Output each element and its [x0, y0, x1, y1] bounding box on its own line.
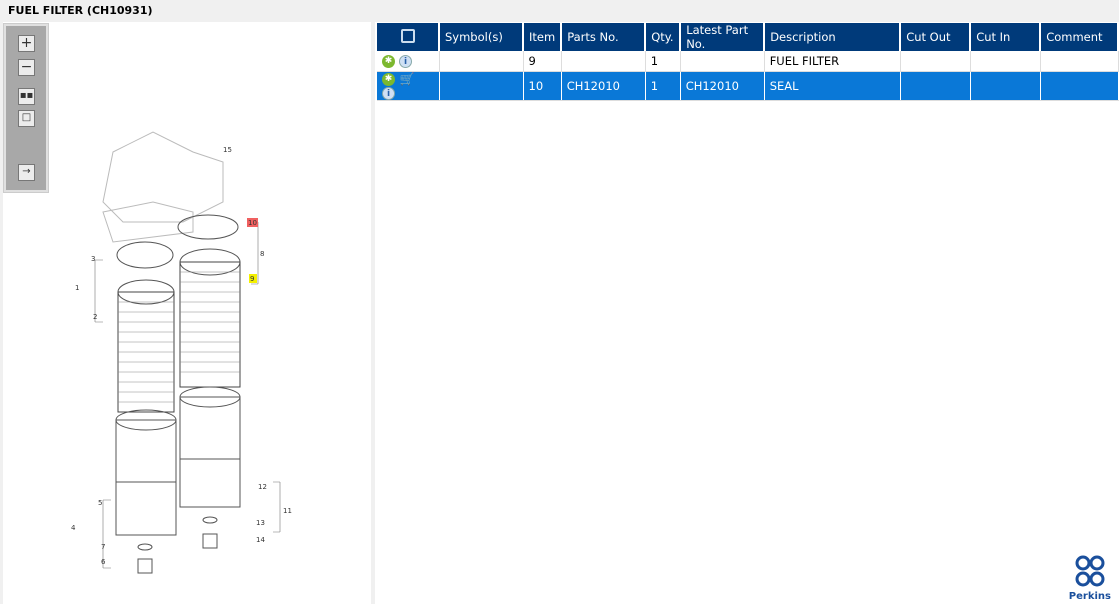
page-title: FUEL FILTER (CH10931) — [8, 4, 153, 17]
header-item[interactable]: Item — [523, 23, 563, 51]
qty-cell: 1 — [645, 51, 681, 72]
parts-table: Symbol(s) Item Parts No. Qty. Latest Par… — [377, 23, 1119, 101]
brand-name: Perkins — [1068, 591, 1111, 602]
fit-icon[interactable]: ▪▪ — [18, 88, 35, 105]
search-column-header[interactable] — [377, 23, 440, 51]
description-cell: SEAL — [764, 71, 901, 101]
perkins-logo: Perkins — [1069, 554, 1111, 602]
comment-cell — [1040, 71, 1119, 101]
header-description[interactable]: Description — [764, 23, 902, 51]
callout-7[interactable]: 7 — [101, 543, 105, 551]
header-comment[interactable]: Comment — [1040, 23, 1119, 51]
callout-15[interactable]: 15 — [223, 146, 232, 154]
zoom-in-icon[interactable]: + — [18, 35, 35, 52]
gear-icon[interactable]: ✱ — [382, 54, 395, 68]
header-qty[interactable]: Qty. — [645, 23, 682, 51]
callout-12[interactable]: 12 — [258, 483, 267, 491]
item-cell: 9 — [523, 51, 562, 72]
expand-panel-icon[interactable]: → — [18, 164, 35, 181]
header-symbols[interactable]: Symbol(s) — [439, 23, 524, 51]
cut-in-cell — [970, 51, 1041, 72]
table-header: Symbol(s) Item Parts No. Qty. Latest Par… — [377, 23, 1119, 51]
exploded-diagram: 1 2 3 4 5 6 7 8 9 10 11 12 13 14 15 — [71, 131, 292, 574]
callout-14[interactable]: 14 — [256, 536, 265, 544]
callout-6[interactable]: 6 — [101, 558, 106, 566]
zoom-toolbar: + − ▪▪ □ → — [3, 23, 49, 193]
header-cut-in[interactable]: Cut In — [970, 23, 1042, 51]
description-cell: FUEL FILTER — [764, 51, 901, 72]
callout-8[interactable]: 8 — [260, 250, 264, 258]
callout-13[interactable]: 13 — [256, 519, 265, 527]
actual-size-icon[interactable]: □ — [18, 110, 35, 127]
latest-part-no-cell: CH12010 — [680, 71, 765, 101]
callout-4[interactable]: 4 — [71, 524, 76, 532]
cut-out-cell — [900, 51, 971, 72]
latest-part-no-cell — [680, 51, 765, 72]
callout-3[interactable]: 3 — [91, 255, 95, 263]
parts-no-cell: CH12010 — [561, 71, 646, 101]
header-parts-no[interactable]: Parts No. — [561, 23, 647, 51]
callout-9[interactable]: 9 — [250, 275, 254, 283]
comment-cell — [1040, 51, 1119, 72]
perkins-logo-mark — [1075, 555, 1105, 587]
parts-no-cell — [561, 51, 646, 72]
callout-1[interactable]: 1 — [75, 284, 79, 292]
symbols-cell — [439, 71, 524, 101]
symbols-cell — [439, 51, 524, 72]
zoom-out-icon[interactable]: − — [18, 59, 35, 76]
info-icon[interactable]: i — [382, 86, 395, 100]
parts-list-panel: Symbol(s) Item Parts No. Qty. Latest Par… — [375, 22, 1119, 604]
callout-5[interactable]: 5 — [98, 499, 102, 507]
cut-in-cell — [970, 71, 1041, 101]
info-icon[interactable]: i — [399, 54, 412, 68]
search-icon[interactable] — [400, 28, 415, 43]
cut-out-cell — [900, 71, 971, 101]
callout-11[interactable]: 11 — [283, 507, 292, 515]
table-row-selected[interactable]: ✱ 🛒 i 10 CH12010 1 CH12010 SEAL — [377, 71, 1119, 101]
diagram-panel: 1 2 3 4 5 6 7 8 9 10 11 12 13 14 15 — [3, 22, 371, 604]
header-cut-out[interactable]: Cut Out — [900, 23, 972, 51]
cart-icon[interactable]: 🛒 — [399, 72, 415, 86]
callout-10[interactable]: 10 — [248, 219, 257, 227]
header-latest-part-no[interactable]: Latest Part No. — [680, 23, 766, 51]
callout-2[interactable]: 2 — [93, 313, 97, 321]
qty-cell: 1 — [645, 71, 681, 101]
table-row[interactable]: ✱ i 9 1 FUEL FILTER — [377, 51, 1119, 72]
gear-icon[interactable]: ✱ — [382, 72, 395, 86]
item-cell: 10 — [523, 71, 562, 101]
